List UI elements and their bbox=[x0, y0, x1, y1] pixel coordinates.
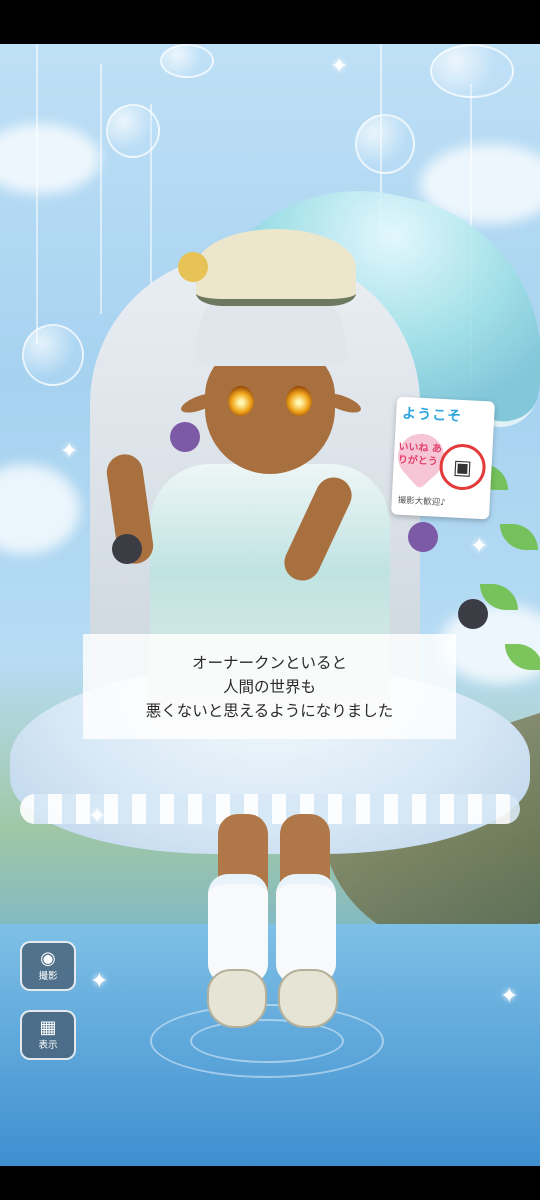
game-scene: ✦ ✦ ✦ ✦ ✦ ✦ オーナークンといると 人間の世界も 悪くないと思えるよう… bbox=[0, 44, 540, 1166]
display-button[interactable]: ▦ 表示 bbox=[20, 1010, 76, 1060]
dialogue-line: 人間の世界も bbox=[222, 677, 316, 696]
photo-button-label: 撮影 bbox=[38, 971, 58, 982]
photo-button[interactable]: ◉ 撮影 bbox=[20, 941, 76, 991]
dialogue-line: オーナークンといると bbox=[191, 653, 347, 672]
status-bar bbox=[0, 0, 540, 44]
dashed-square-icon: ▦ bbox=[39, 1017, 57, 1038]
purple-rose bbox=[170, 422, 200, 452]
yellow-rose bbox=[178, 252, 208, 282]
purple-rose bbox=[408, 522, 438, 552]
sparkle-icon: ✦ bbox=[330, 54, 349, 79]
camera-icon: ▣ bbox=[438, 442, 487, 492]
shoe bbox=[278, 969, 338, 1028]
welcome-title: ようこそ bbox=[401, 405, 463, 425]
dialogue-line: 悪くないと思えるようになりました bbox=[145, 701, 394, 720]
beret-hat bbox=[196, 229, 356, 306]
welcome-footer: 撮影大歓迎♪ bbox=[397, 495, 446, 509]
dialogue-box[interactable]: オーナークンといると 人間の世界も 悪くないと思えるようになりました bbox=[83, 634, 456, 739]
display-button-label: 表示 bbox=[38, 1040, 58, 1051]
sparkle-icon: ✦ bbox=[470, 534, 489, 559]
sparkle-icon: ✦ bbox=[90, 969, 109, 994]
sparkle-icon: ✦ bbox=[88, 804, 107, 829]
navigation-bar bbox=[0, 1166, 540, 1200]
black-rose bbox=[112, 534, 142, 564]
frilly-sock bbox=[276, 874, 336, 984]
welcome-card[interactable]: ようこそ いいね ありがとう ▣ 撮影大歓迎♪ bbox=[388, 396, 496, 520]
sparkle-icon: ✦ bbox=[500, 984, 519, 1009]
camera-icon: ◉ bbox=[40, 948, 56, 969]
sparkle-icon: ✦ bbox=[60, 439, 79, 464]
frilly-sock bbox=[208, 874, 268, 984]
character-eye bbox=[228, 386, 254, 416]
shoe bbox=[207, 969, 267, 1028]
character[interactable] bbox=[0, 44, 540, 1166]
black-rose bbox=[458, 599, 488, 629]
character-eye bbox=[286, 386, 312, 416]
